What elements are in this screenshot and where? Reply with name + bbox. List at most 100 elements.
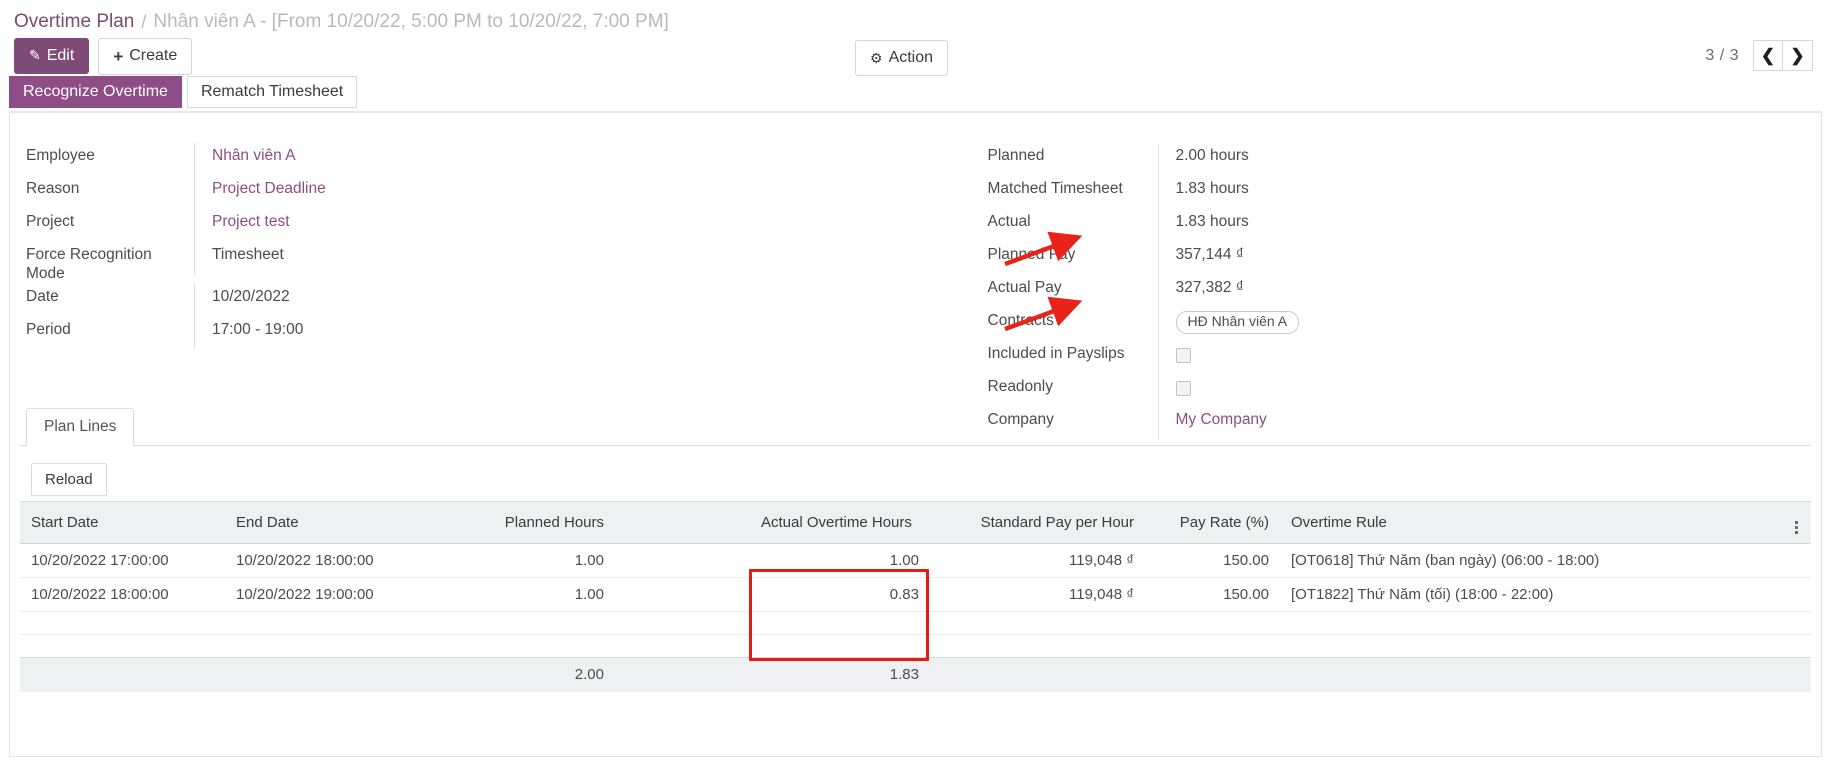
field-planned-pay: Planned Pay 357,144 ₫ — [988, 242, 1822, 275]
field-readonly-label: Readonly — [988, 374, 1158, 396]
tab-plan-lines[interactable]: Plan Lines — [26, 408, 134, 446]
total-actual-overtime-hours: 1.83 — [750, 658, 930, 692]
total-pay-rate — [1145, 658, 1280, 692]
pager-counter: 3 / 3 — [1705, 47, 1739, 65]
field-date: Date 10/20/2022 — [26, 284, 916, 317]
form-column-right: Planned 2.00 hours Matched Timesheet 1.8… — [916, 143, 1822, 440]
pager-next-button[interactable]: ❯ — [1783, 40, 1813, 71]
create-button[interactable]: + Create — [98, 38, 192, 75]
cell-end-date: 10/20/2022 19:00:00 — [225, 578, 460, 612]
cell-pay-rate: 150.00 — [1145, 544, 1280, 578]
column-end-date[interactable]: End Date — [225, 502, 460, 544]
field-project: Project Project test — [26, 209, 916, 242]
breadcrumb-record: Nhân viên A - [From 10/20/22, 5:00 PM to… — [153, 11, 668, 33]
column-overtime-rule[interactable]: Overtime Rule — [1280, 502, 1781, 544]
status-buttons: Recognize Overtime Rematch Timesheet — [0, 76, 1831, 108]
field-employee: Employee Nhân viên A — [26, 143, 916, 176]
pager-previous-button[interactable]: ❮ — [1753, 40, 1783, 71]
cell-options — [1781, 578, 1811, 612]
edit-button[interactable]: ✎ Edit — [14, 38, 89, 74]
cell-start-date: 10/20/2022 17:00:00 — [20, 544, 225, 578]
field-reason-value[interactable]: Project Deadline — [194, 176, 916, 209]
column-actual-overtime-hours[interactable]: Actual Overtime Hours — [750, 502, 930, 544]
table-row-spacer — [20, 635, 1811, 658]
field-actual-pay-value[interactable]: 327,382 ₫ — [1158, 275, 1822, 308]
field-reason: Reason Project Deadline — [26, 176, 916, 209]
cell-start-date: 10/20/2022 18:00:00 — [20, 578, 225, 612]
plus-icon: + — [113, 48, 123, 65]
table-row[interactable]: 10/20/2022 18:00:00 10/20/2022 19:00:00 … — [20, 578, 1811, 612]
total-standard-pay-per-hour — [930, 658, 1145, 692]
cell-blank — [615, 578, 750, 612]
rematch-timesheet-button[interactable]: Rematch Timesheet — [187, 76, 357, 108]
field-contracts-label: Contracts — [988, 308, 1158, 330]
field-contracts-value: HĐ Nhân viên A — [1158, 308, 1822, 341]
field-planned-pay-value[interactable]: 357,144 ₫ — [1158, 242, 1822, 275]
form-sheet: Employee Nhân viên A Reason Project Dead… — [9, 111, 1822, 757]
pencil-icon: ✎ — [29, 48, 41, 62]
total-overtime-rule — [1280, 658, 1781, 692]
cell-pay-rate: 150.00 — [1145, 578, 1280, 612]
cell-planned-hours: 1.00 — [460, 544, 615, 578]
kebab-menu-icon[interactable] — [1792, 521, 1800, 534]
odoo-form-view: Overtime Plan / Nhân viên A - [From 10/2… — [0, 0, 1831, 762]
action-menu-wrap: ⚙ Action — [855, 40, 948, 76]
column-planned-hours[interactable]: Planned Hours — [460, 502, 615, 544]
field-matched-timesheet-value[interactable]: 1.83 hours — [1158, 176, 1822, 209]
column-blank — [615, 502, 750, 544]
notebook: Plan Lines Reload Start Date End Date Pl… — [20, 408, 1811, 692]
cell-actual-overtime-hours: 0.83 — [750, 578, 930, 612]
field-contracts: Contracts HĐ Nhân viên A — [988, 308, 1822, 341]
field-employee-label: Employee — [26, 143, 194, 165]
create-button-label: Create — [129, 48, 177, 64]
field-force-recognition-mode-value[interactable]: Timesheet — [194, 242, 916, 275]
field-planned-label: Planned — [988, 143, 1158, 165]
total-end-date — [225, 658, 460, 692]
field-matched-timesheet-label: Matched Timesheet — [988, 176, 1158, 198]
contract-tag[interactable]: HĐ Nhân viên A — [1176, 311, 1300, 334]
control-panel: ✎ Edit + Create ⚙ Action 3 / 3 ❮ ❯ — [0, 36, 1831, 76]
field-period: Period 17:00 - 19:00 — [26, 317, 916, 350]
field-actual-pay-label: Actual Pay — [988, 275, 1158, 297]
total-options — [1781, 658, 1811, 692]
field-matched-timesheet: Matched Timesheet 1.83 hours — [988, 176, 1822, 209]
field-period-value[interactable]: 17:00 - 19:00 — [194, 317, 916, 350]
cell-options — [1781, 544, 1811, 578]
form-grid: Employee Nhân viên A Reason Project Dead… — [10, 113, 1821, 440]
field-reason-label: Reason — [26, 176, 194, 198]
reload-button[interactable]: Reload — [31, 463, 107, 496]
field-date-value[interactable]: 10/20/2022 — [194, 284, 916, 317]
field-readonly: Readonly — [988, 374, 1822, 407]
column-pay-rate[interactable]: Pay Rate (%) — [1145, 502, 1280, 544]
column-standard-pay-per-hour[interactable]: Standard Pay per Hour — [930, 502, 1145, 544]
field-included-in-payslips: Included in Payslips — [988, 341, 1822, 374]
field-included-in-payslips-value — [1158, 341, 1822, 374]
field-employee-value[interactable]: Nhân viên A — [194, 143, 916, 176]
field-planned-value[interactable]: 2.00 hours — [1158, 143, 1822, 176]
column-start-date[interactable]: Start Date — [20, 502, 225, 544]
action-button[interactable]: ⚙ Action — [855, 40, 948, 76]
field-project-label: Project — [26, 209, 194, 231]
cell-actual-overtime-hours: 1.00 — [750, 544, 930, 578]
breadcrumb-separator: / — [141, 12, 146, 33]
pager: 3 / 3 ❮ ❯ — [1705, 40, 1813, 71]
notebook-tabs: Plan Lines — [20, 408, 1811, 446]
recognize-overtime-button[interactable]: Recognize Overtime — [9, 76, 182, 108]
field-project-value[interactable]: Project test — [194, 209, 916, 242]
readonly-checkbox[interactable] — [1176, 381, 1191, 396]
field-force-recognition-mode: Force Recognition Mode Timesheet — [26, 242, 916, 284]
cell-standard-pay-per-hour: 119,048 ₫ — [930, 578, 1145, 612]
form-column-left: Employee Nhân viên A Reason Project Dead… — [10, 143, 916, 440]
reload-row: Reload — [20, 446, 1811, 496]
cell-planned-hours: 1.00 — [460, 578, 615, 612]
table-row[interactable]: 10/20/2022 17:00:00 10/20/2022 18:00:00 … — [20, 544, 1811, 578]
breadcrumb-root[interactable]: Overtime Plan — [14, 11, 134, 33]
column-options — [1781, 502, 1811, 544]
included-in-payslips-checkbox[interactable] — [1176, 348, 1191, 363]
cell-end-date: 10/20/2022 18:00:00 — [225, 544, 460, 578]
total-start-date — [20, 658, 225, 692]
cell-blank — [615, 544, 750, 578]
field-period-label: Period — [26, 317, 194, 339]
field-actual-value[interactable]: 1.83 hours — [1158, 209, 1822, 242]
breadcrumb: Overtime Plan / Nhân viên A - [From 10/2… — [0, 0, 1831, 36]
